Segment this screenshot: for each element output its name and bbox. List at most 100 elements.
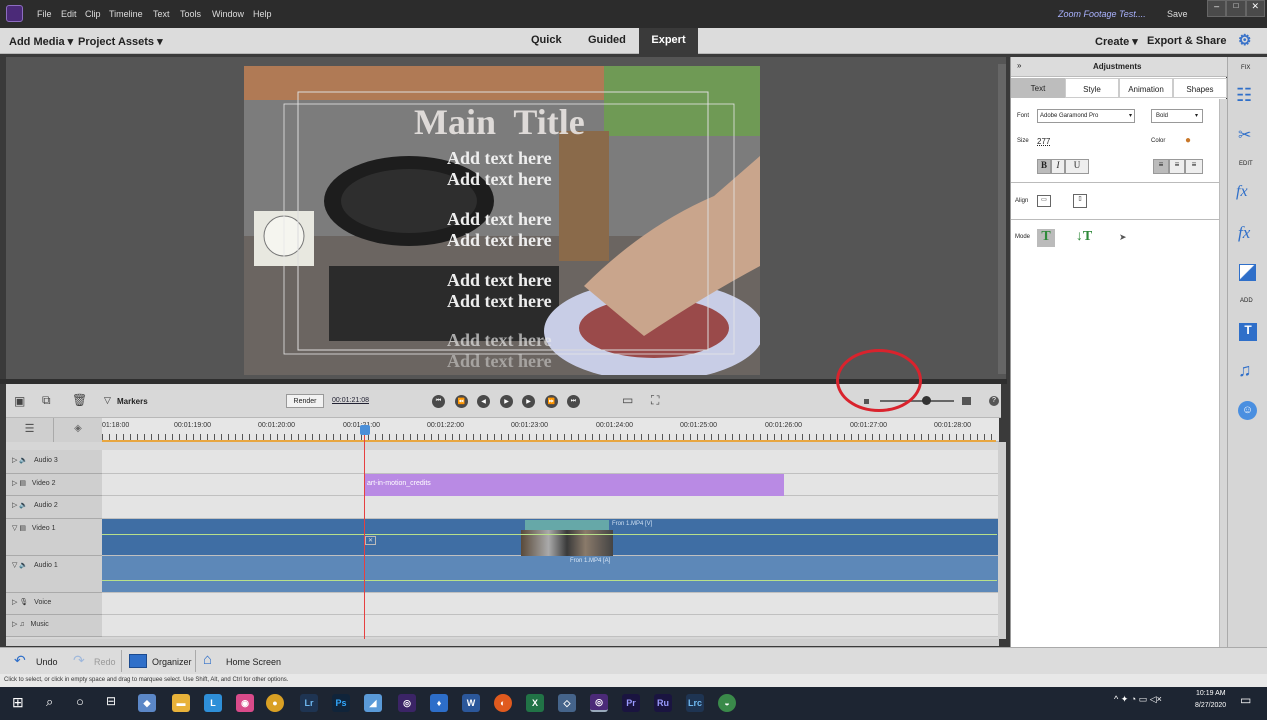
redo-button[interactable]: Redo [94, 657, 116, 667]
maximize-button[interactable]: □ [1226, 0, 1246, 17]
menu-timeline[interactable]: Timeline [109, 9, 143, 19]
color-picker-icon[interactable]: ● [1185, 135, 1191, 146]
transition-icon[interactable]: ✕ [365, 536, 376, 545]
organizer-icon[interactable] [129, 654, 147, 668]
undo-icon[interactable]: ↶ [14, 652, 26, 669]
graphics-icon[interactable]: ☺ [1238, 401, 1257, 420]
settings-gear-icon[interactable]: ⚙ [1238, 31, 1251, 49]
track-header-video1[interactable]: ▽ ▤ Video 1 [6, 519, 102, 556]
align-vertical-icon[interactable]: ▯ [1073, 194, 1087, 208]
track-audio1[interactable] [102, 556, 999, 593]
align-left-button[interactable]: ≡ [1153, 159, 1169, 174]
photos-icon[interactable]: ◉ [236, 694, 254, 712]
align-center-button[interactable]: ≡ [1169, 159, 1185, 174]
track-header-music[interactable]: ▷ ♫ Music [6, 615, 102, 637]
photoshop-icon[interactable]: Ps [332, 694, 350, 712]
step-back-button[interactable]: ◀ [477, 395, 490, 408]
copy-icon[interactable]: ⧉ [42, 393, 51, 408]
render-button[interactable]: Render [286, 394, 324, 408]
tab-animation[interactable]: Animation [1119, 78, 1173, 98]
bold-button[interactable]: B [1037, 159, 1051, 174]
create-button[interactable]: Create ▾ [1095, 35, 1138, 48]
track-header-video2[interactable]: ▷ ▤ Video 2 [6, 474, 102, 496]
track-audio2[interactable] [102, 496, 999, 519]
track-music[interactable] [102, 615, 999, 637]
track-header-audio2[interactable]: ▷ 🔈 Audio 2 [6, 496, 102, 519]
app4-icon[interactable]: ◇ [558, 694, 576, 712]
windows-start-icon[interactable]: ⊞ [12, 694, 24, 711]
titles-text-icon[interactable]: T [1239, 323, 1257, 341]
selection-cursor-icon[interactable]: ➤ [1119, 232, 1127, 243]
prev-edit-button[interactable]: ⏪ [455, 395, 468, 408]
font-select[interactable]: Adobe Garamond Pro ▾ [1037, 109, 1135, 123]
align-right-button[interactable]: ≡ [1185, 159, 1203, 174]
text-line-8[interactable]: Add text here [447, 351, 552, 372]
add-media-button[interactable]: Add Media ▾ [9, 35, 73, 48]
tab-text[interactable]: Text [1011, 78, 1065, 98]
zoom-in-icon[interactable] [962, 397, 971, 405]
mode-quick-tab[interactable]: Quick [531, 34, 562, 46]
effects-icon[interactable]: fx [1238, 223, 1250, 243]
close-button[interactable]: ✕ [1245, 0, 1265, 17]
tab-style[interactable]: Style [1065, 78, 1119, 98]
search-icon[interactable]: ⌕ [46, 694, 53, 710]
track-settings-icon[interactable]: ☰ [6, 418, 54, 442]
menu-clip[interactable]: Clip [85, 9, 101, 19]
menu-window[interactable]: Window [212, 9, 244, 19]
horizontal-text-mode-icon[interactable]: T [1037, 229, 1055, 247]
adjust-icon[interactable]: ☷ [1236, 85, 1252, 106]
markers-label[interactable]: Markers [117, 397, 148, 406]
music-icon[interactable]: ♫ [1238, 360, 1252, 381]
drop-icon[interactable]: ♦ [430, 694, 448, 712]
premiere-rush-icon[interactable]: Ru [654, 694, 672, 712]
camera-icon[interactable]: ▣ [14, 394, 25, 408]
playhead-marker[interactable] [360, 425, 370, 435]
applied-effects-icon[interactable]: fx [1236, 183, 1248, 201]
undo-button[interactable]: Undo [36, 657, 58, 667]
excel-icon[interactable]: X [526, 694, 544, 712]
cortana-icon[interactable]: ○ [76, 694, 84, 709]
zoom-slider-thumb[interactable] [922, 396, 931, 405]
lightroom-icon[interactable]: Lr [300, 694, 318, 712]
word-icon[interactable]: W [462, 694, 480, 712]
trash-icon[interactable]: 🗑 [72, 393, 87, 407]
chrome-icon[interactable]: ● [266, 694, 284, 712]
text-line-5[interactable]: Add text here [447, 270, 552, 291]
monitor-toggle-icon[interactable]: ▭ [622, 393, 633, 407]
lightroom-classic-icon[interactable]: Lrc [686, 694, 704, 712]
app2-icon[interactable]: ◢ [364, 694, 382, 712]
title-text[interactable]: Main Title [414, 101, 585, 143]
text-line-4[interactable]: Add text here [447, 230, 552, 251]
home-icon[interactable]: ⌂ [203, 651, 212, 668]
project-assets-button[interactable]: Project Assets ▾ [78, 35, 163, 48]
notifications-icon[interactable]: ▭ [1240, 693, 1251, 707]
goto-end-button[interactable]: ⏭ [567, 395, 580, 408]
organizer-button[interactable]: Organizer [152, 657, 192, 667]
clock-time[interactable]: 10:19 AM [1196, 690, 1226, 697]
mode-expert-tab[interactable]: Expert [639, 28, 698, 54]
app3-icon[interactable]: ◐ [494, 694, 512, 712]
home-screen-button[interactable]: Home Screen [226, 657, 281, 667]
panel-scrollbar[interactable] [1219, 99, 1227, 647]
export-share-button[interactable]: Export & Share [1147, 35, 1226, 47]
help-icon[interactable]: ? [989, 396, 999, 406]
mode-guided-tab[interactable]: Guided [588, 34, 626, 46]
underline-button[interactable]: U [1065, 159, 1089, 174]
tab-shapes[interactable]: Shapes [1173, 78, 1227, 98]
track-audio3[interactable] [102, 450, 999, 474]
weight-select[interactable]: Bold ▾ [1151, 109, 1203, 123]
redo-icon[interactable]: ↷ [73, 652, 85, 669]
credits-clip[interactable]: art-in-motion_credits [365, 474, 784, 496]
track-voice[interactable] [102, 593, 999, 615]
clock-date[interactable]: 8/27/2020 [1195, 702, 1226, 709]
menu-edit[interactable]: Edit [61, 9, 77, 19]
fullscreen-icon[interactable]: ⛶ [651, 393, 659, 408]
text-line-3[interactable]: Add text here [447, 209, 552, 230]
premiere-elements-active-icon[interactable]: ◎ [590, 694, 608, 712]
markers-icon[interactable]: ▽ [104, 395, 111, 406]
timecode-display[interactable]: 00:01:21:08 [332, 397, 369, 404]
video-clip-header[interactable] [525, 520, 609, 530]
app5-icon[interactable]: ◒ [718, 694, 736, 712]
timeline-hscrollbar[interactable] [6, 639, 999, 646]
align-horizontal-icon[interactable]: ▭ [1037, 195, 1051, 207]
